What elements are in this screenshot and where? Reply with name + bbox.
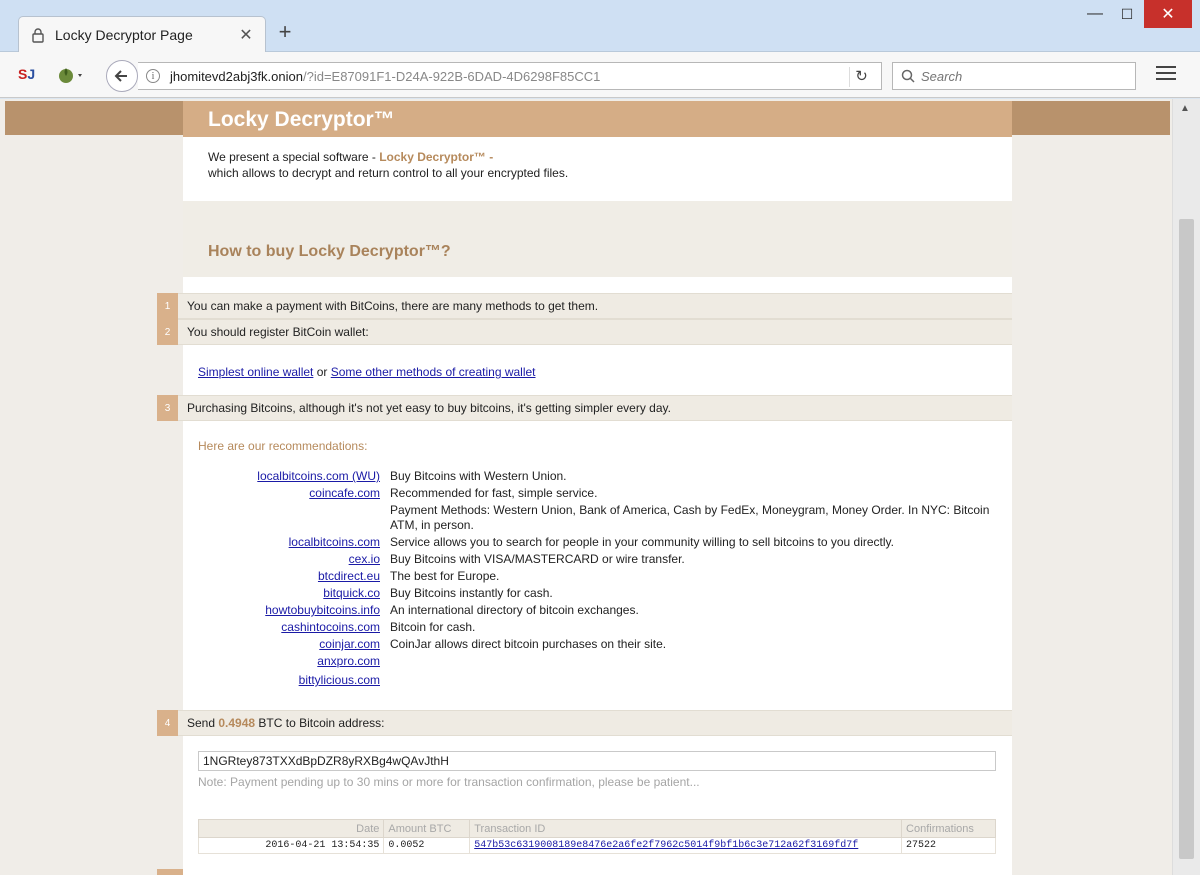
column-header-amount: Amount BTC — [383, 819, 471, 838]
scroll-up-arrow-icon[interactable]: ▲ — [1180, 103, 1190, 114]
tx-date: 2016-04-21 13:54:35 — [197, 837, 385, 854]
exchange-link[interactable]: bitquick.co — [323, 586, 380, 601]
exchange-link[interactable]: btcdirect.eu — [318, 569, 380, 584]
step-number: 3 — [157, 395, 178, 421]
exchange-description: Recommended for fast, simple service. — [390, 486, 598, 500]
onion-extension-icon[interactable] — [56, 64, 90, 86]
exchange-description: Payment Methods: Western Union, Bank of … — [390, 503, 990, 532]
search-icon — [901, 69, 915, 83]
payment-note: Note: Payment pending up to 30 mins or m… — [198, 775, 700, 789]
column-header-date: Date — [197, 819, 385, 838]
search-box[interactable] — [892, 62, 1136, 90]
exchange-description: The best for Europe. — [390, 569, 500, 583]
back-button[interactable] — [106, 60, 138, 92]
other-wallet-methods-link[interactable]: Some other methods of creating wallet — [331, 365, 536, 379]
step-1: 1 You can make a payment with BitCoins, … — [157, 293, 1012, 319]
exchange-description: Buy Bitcoins instantly for cash. — [390, 586, 553, 600]
step-3: 3 Purchasing Bitcoins, although it's not… — [157, 395, 1012, 421]
exchange-description: An international directory of bitcoin ex… — [390, 603, 639, 617]
exchange-link[interactable]: bittylicious.com — [299, 673, 380, 688]
exchange-description: Buy Bitcoins with Western Union. — [390, 469, 567, 483]
url-text: jhomitevd2abj3fk.onion/?id=E87091F1-D24A… — [170, 68, 601, 84]
step-number: 1 — [157, 293, 178, 319]
table-header-row: Date Amount BTC Transaction ID Confirmat… — [197, 819, 996, 838]
hamburger-menu-icon[interactable] — [1156, 66, 1176, 84]
window-close-button[interactable]: ✕ — [1144, 0, 1192, 28]
exchange-description: Service allows you to search for people … — [390, 535, 894, 549]
step-number: 2 — [157, 319, 178, 345]
step-2: 2 You should register BitCoin wallet: — [157, 319, 1012, 345]
tab-close-icon[interactable]: ✕ — [237, 25, 255, 45]
step-4: 4 Send 0.4948 BTC to Bitcoin address: — [157, 710, 1012, 736]
window-minimize-button[interactable]: — — [1080, 0, 1110, 28]
exchange-link[interactable]: coinjar.com — [319, 637, 380, 652]
tx-confirmations: 27522 — [901, 837, 996, 854]
column-header-confirmations: Confirmations — [901, 819, 996, 838]
new-tab-button[interactable]: + — [274, 21, 296, 44]
exchange-link[interactable]: anxpro.com — [317, 654, 380, 669]
wallet-links: Simplest online wallet or Some other met… — [198, 365, 536, 379]
padlock-icon — [29, 26, 47, 44]
page-viewport: Locky Decryptor™ We present a special so… — [0, 99, 1172, 875]
tx-id-cell: 547b53c6319008189e8476e2a6fe2f7962c5014f… — [469, 837, 903, 854]
btc-amount: 0.4948 — [218, 716, 256, 730]
exchange-link[interactable]: localbitcoins.com (WU) — [257, 469, 380, 484]
step-number: 4 — [157, 710, 178, 736]
intro-text: We present a special software - Locky De… — [208, 150, 569, 180]
scroll-thumb[interactable] — [1179, 219, 1194, 859]
bitcoin-address-field[interactable]: 1NGRtey873TXXdBpDZR8yRXBg4wQAvJthH — [198, 751, 996, 771]
title-bar: Locky Decryptor Page ✕ + — ☐ ✕ — [0, 0, 1200, 52]
tx-id-link[interactable]: 547b53c6319008189e8476e2a6fe2f7962c5014f… — [474, 840, 858, 851]
exchange-link[interactable]: cashintocoins.com — [281, 620, 380, 635]
page-title: Locky Decryptor™ — [208, 108, 395, 131]
info-icon[interactable]: i — [146, 69, 160, 83]
vertical-scrollbar[interactable]: ▲ — [1172, 99, 1200, 875]
exchange-link[interactable]: cex.io — [349, 552, 380, 567]
step-text: You can make a payment with BitCoins, th… — [187, 299, 599, 313]
back-arrow-icon — [114, 70, 127, 82]
howto-section: How to buy Locky Decryptor™? — [183, 201, 1012, 277]
exchange-description: Bitcoin for cash. — [390, 620, 476, 634]
navigation-bar: SJ i jhomitevd2abj3fk.onion/?id=E87091F1… — [0, 52, 1200, 98]
next-step-marker — [157, 869, 183, 875]
howto-title: How to buy Locky Decryptor™? — [208, 243, 451, 260]
exchange-description: Buy Bitcoins with VISA/MASTERCARD or wir… — [390, 552, 685, 566]
extension-sj-icon[interactable]: SJ — [18, 66, 35, 82]
step-text: Purchasing Bitcoins, although it's not y… — [187, 401, 671, 415]
url-bar[interactable]: i jhomitevd2abj3fk.onion/?id=E87091F1-D2… — [138, 62, 882, 90]
table-row: 2016-04-21 13:54:35 0.0052 547b53c631900… — [197, 837, 996, 854]
window-maximize-button[interactable]: ☐ — [1112, 0, 1142, 28]
exchange-link[interactable]: localbitcoins.com — [289, 535, 380, 550]
step-text: Send 0.4948 BTC to Bitcoin address: — [187, 716, 385, 730]
tab-locky-decryptor[interactable]: Locky Decryptor Page ✕ — [18, 16, 266, 52]
page-header: Locky Decryptor™ — [183, 101, 1012, 137]
search-input[interactable] — [921, 68, 1121, 84]
step-text: You should register BitCoin wallet: — [187, 325, 369, 339]
exchange-description: CoinJar allows direct bitcoin purchases … — [390, 637, 667, 651]
reload-icon[interactable]: ↻ — [849, 67, 873, 87]
tab-title: Locky Decryptor Page — [55, 26, 193, 43]
column-header-transaction-id: Transaction ID — [469, 819, 903, 838]
transactions-table: Date Amount BTC Transaction ID Confirmat… — [197, 819, 996, 854]
tx-amount: 0.0052 — [383, 837, 471, 854]
exchange-link[interactable]: howtobuybitcoins.info — [265, 603, 380, 618]
exchange-link[interactable]: coincafe.com — [309, 486, 380, 501]
decryptor-page: Locky Decryptor™ We present a special so… — [157, 101, 1012, 875]
simplest-online-wallet-link[interactable]: Simplest online wallet — [198, 365, 313, 379]
brand-name: Locky Decryptor™ - — [379, 150, 494, 164]
recommendations-label: Here are our recommendations: — [198, 439, 368, 453]
